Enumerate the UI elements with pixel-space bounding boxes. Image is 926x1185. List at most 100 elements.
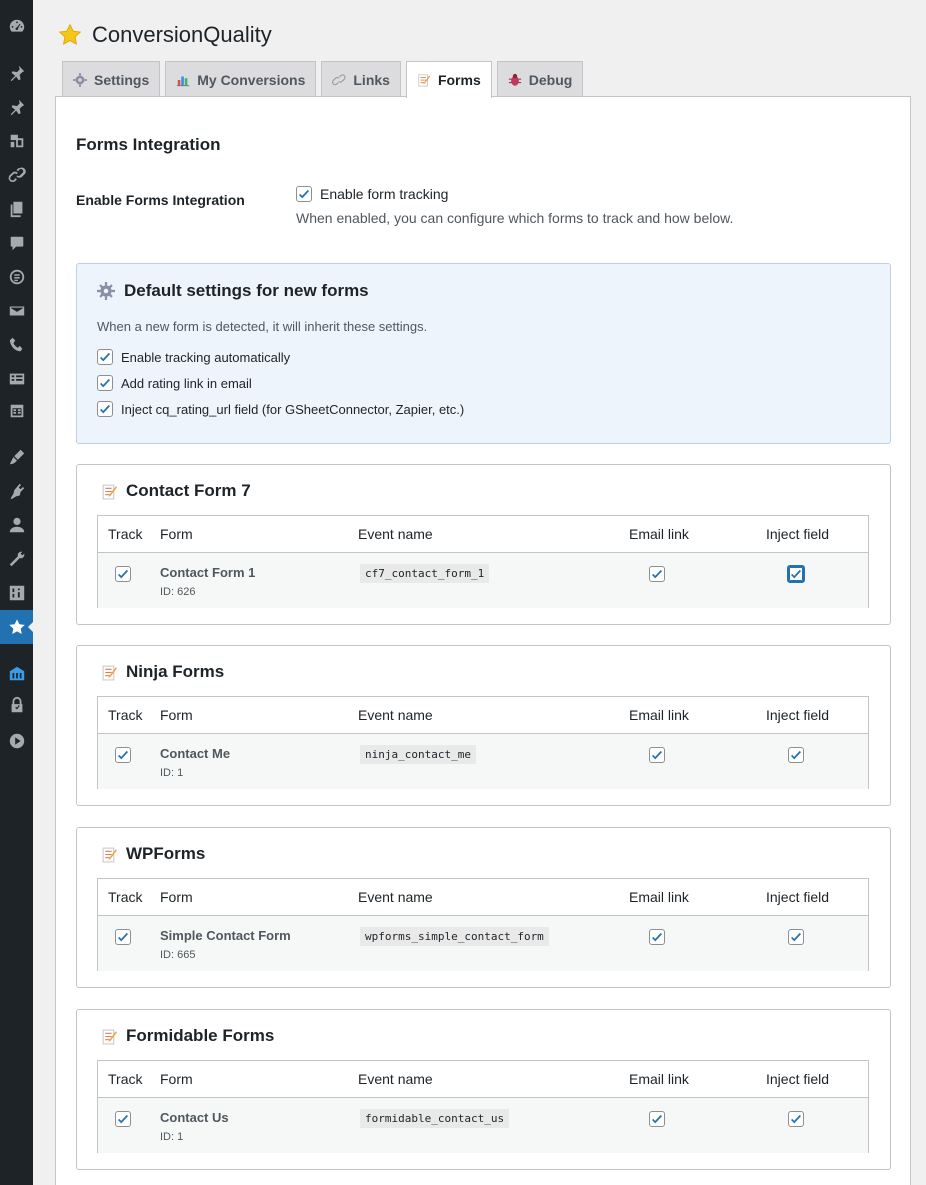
tab-links[interactable]: Links [321, 61, 401, 97]
users-icon[interactable] [0, 508, 33, 542]
col-inject: Inject field [766, 889, 830, 905]
checkmark-icon [652, 1114, 663, 1124]
tab-my-conversions[interactable]: My Conversions [165, 61, 317, 97]
link-icon [332, 73, 346, 87]
col-email: Email link [629, 1071, 689, 1087]
tab-settings[interactable]: Settings [62, 61, 161, 97]
table-row: Contact Form 1 ID: 626 cf7_contact_form_… [98, 552, 868, 608]
table-row: Simple Contact Form ID: 665 wpforms_simp… [98, 915, 868, 971]
lock-icon[interactable] [0, 688, 33, 722]
play-icon[interactable] [0, 724, 33, 758]
track-checkbox[interactable] [115, 1111, 131, 1127]
option-label: Enable tracking automatically [121, 349, 291, 365]
appearance-icon[interactable] [0, 440, 33, 474]
event-name: formidable_contact_us [360, 1109, 510, 1128]
comments-icon[interactable] [0, 226, 33, 260]
plugin-card-wpforms: WPForms Track Form Event name Email link… [76, 827, 891, 988]
settings-icon[interactable] [0, 576, 33, 610]
pages-icon[interactable] [0, 192, 33, 226]
email-link-checkbox[interactable] [649, 1111, 665, 1127]
link-icon[interactable] [0, 158, 33, 192]
default-option-rating-link[interactable]: Add rating link in email [97, 375, 252, 391]
calendar-icon[interactable] [0, 394, 33, 428]
col-email: Email link [629, 526, 689, 542]
email-icon[interactable] [0, 294, 33, 328]
email-link-checkbox[interactable] [649, 566, 665, 582]
track-checkbox[interactable] [115, 566, 131, 582]
forms-plugin-icon[interactable] [0, 260, 33, 294]
checkmark-icon [118, 932, 129, 942]
building-icon[interactable] [0, 656, 33, 690]
default-settings-description: When a new form is detected, it will inh… [97, 319, 428, 334]
col-email: Email link [629, 889, 689, 905]
tab-label: Links [353, 71, 390, 88]
dashboard-icon[interactable] [0, 9, 33, 43]
track-checkbox[interactable] [115, 929, 131, 945]
checkmark-icon [118, 569, 129, 579]
checkbox[interactable] [97, 401, 113, 417]
media-icon[interactable] [0, 124, 33, 158]
checkmark-icon [791, 569, 802, 579]
memo-icon [417, 73, 431, 87]
gear-icon [97, 282, 115, 300]
list-icon[interactable] [0, 362, 33, 396]
track-checkbox[interactable] [115, 747, 131, 763]
checkmark-icon [652, 932, 663, 942]
col-inject: Inject field [766, 1071, 830, 1087]
plugins-icon[interactable] [0, 474, 33, 508]
bar-chart-icon [176, 73, 190, 87]
default-option-enable-tracking[interactable]: Enable tracking automatically [97, 349, 290, 365]
pin-icon[interactable] [0, 90, 33, 124]
default-settings-title: Default settings for new forms [97, 281, 369, 301]
phone-icon[interactable] [0, 328, 33, 362]
checkmark-icon [652, 750, 663, 760]
inject-field-checkbox[interactable] [788, 929, 804, 945]
col-event: Event name [358, 889, 433, 905]
pin-icon[interactable] [0, 56, 33, 90]
enable-description: When enabled, you can configure which fo… [296, 210, 734, 226]
gear-icon [73, 72, 87, 87]
inject-field-checkbox[interactable] [787, 565, 805, 583]
bug-icon [508, 73, 522, 87]
col-form: Form [160, 889, 193, 905]
default-option-inject-field[interactable]: Inject cq_rating_url field (for GSheetCo… [97, 401, 464, 417]
tab-forms[interactable]: Forms [405, 61, 492, 98]
plugin-name: Formidable Forms [126, 1026, 275, 1045]
form-cell: Simple Contact Form ID: 665 [160, 928, 291, 961]
option-label: Inject cq_rating_url field (for GSheetCo… [121, 401, 465, 417]
tools-icon[interactable] [0, 542, 33, 576]
email-link-checkbox[interactable] [649, 747, 665, 763]
col-form: Form [160, 707, 193, 723]
checkmark-icon [100, 378, 111, 388]
checkbox[interactable] [97, 349, 113, 365]
enable-form-tracking-control[interactable]: Enable form tracking [296, 186, 448, 202]
col-form: Form [160, 526, 193, 542]
memo-icon [101, 1028, 118, 1045]
form-name: Contact Me [160, 746, 231, 761]
col-inject: Inject field [766, 707, 830, 723]
tab-label: Debug [528, 71, 573, 88]
default-settings-box: Default settings for new forms When a ne… [76, 263, 891, 444]
forms-table: Track Form Event name Email link Inject … [97, 515, 869, 608]
form-id: ID: 1 [160, 1131, 184, 1143]
enable-forms-label: Enable Forms Integration [76, 192, 245, 208]
plugin-card-ninja-forms: Ninja Forms Track Form Event name Email … [76, 645, 891, 806]
email-link-checkbox[interactable] [649, 929, 665, 945]
enable-form-tracking-checkbox[interactable] [296, 186, 312, 202]
checkmark-icon [100, 404, 111, 414]
inject-field-checkbox[interactable] [788, 747, 804, 763]
event-name: wpforms_simple_contact_form [360, 927, 549, 946]
col-event: Event name [358, 707, 433, 723]
forms-table: Track Form Event name Email link Inject … [97, 878, 869, 971]
form-name: Contact Us [160, 1110, 229, 1125]
inject-field-checkbox[interactable] [788, 1111, 804, 1127]
plugin-title: Formidable Forms [101, 1026, 274, 1046]
col-event: Event name [358, 526, 433, 542]
col-track: Track [108, 889, 143, 905]
checkbox[interactable] [97, 375, 113, 391]
memo-icon [101, 664, 118, 681]
tab-debug[interactable]: Debug [496, 61, 584, 97]
star-icon[interactable] [0, 610, 34, 644]
checkmark-icon [118, 1114, 129, 1124]
checkmark-icon [791, 1114, 802, 1124]
